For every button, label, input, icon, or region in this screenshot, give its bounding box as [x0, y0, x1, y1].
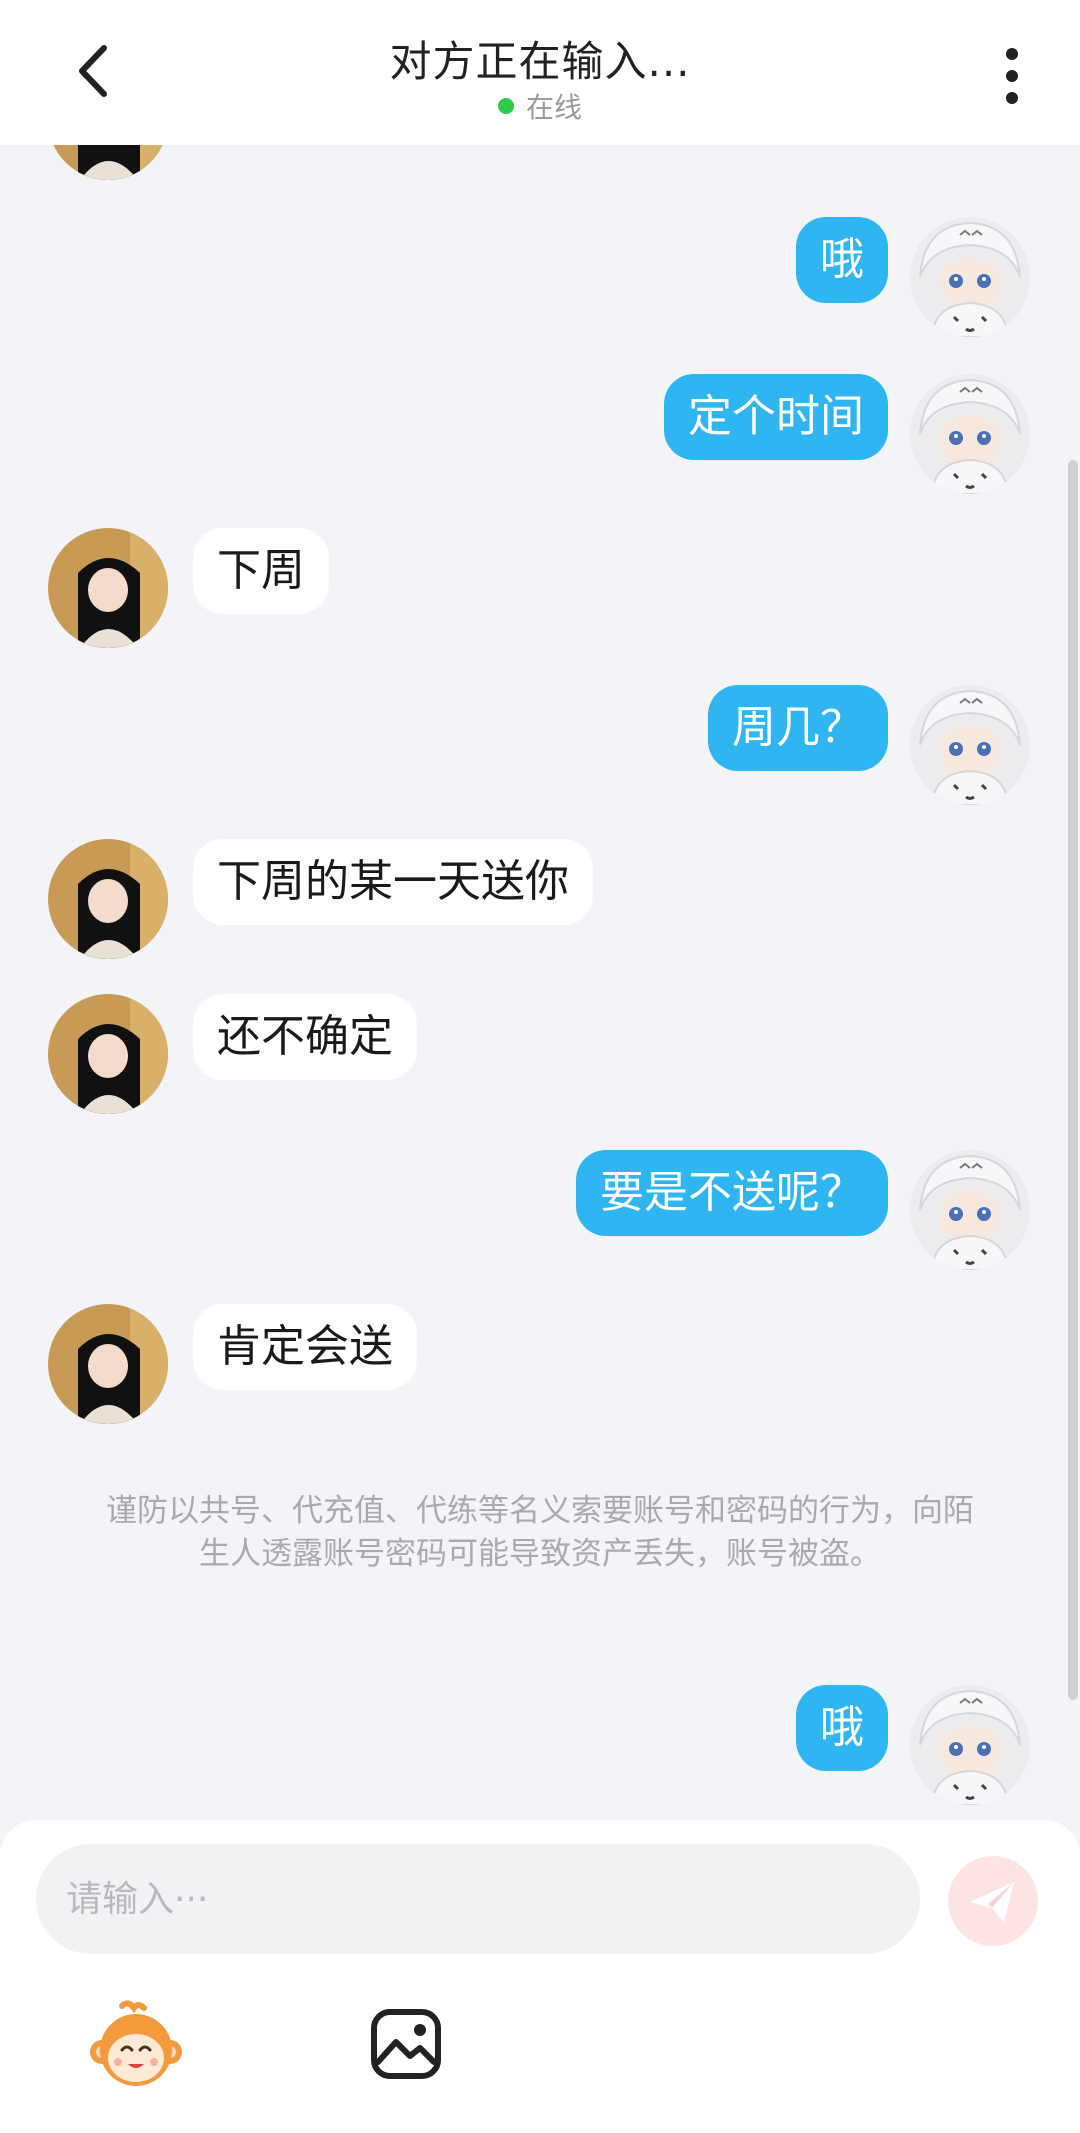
doll-avatar-icon	[910, 217, 1030, 337]
my-avatar[interactable]	[910, 1150, 1030, 1270]
girl-avatar-icon	[48, 1304, 168, 1424]
message-bubble-incoming[interactable]: 下周	[193, 528, 329, 614]
doll-avatar-icon	[910, 1150, 1030, 1270]
girl-avatar-icon	[48, 145, 168, 180]
girl-avatar-icon	[48, 528, 168, 648]
paper-plane-icon	[970, 1882, 1014, 1922]
girl-avatar-icon	[48, 994, 168, 1114]
composer-panel	[0, 1820, 1080, 2133]
message-bubble-outgoing[interactable]: 要是不送呢？	[576, 1150, 888, 1236]
contact-avatar[interactable]	[48, 528, 168, 648]
doll-avatar-icon	[910, 1685, 1030, 1805]
message-bubble-incoming[interactable]: 还不确定	[193, 994, 417, 1080]
online-status: 在线	[0, 86, 1080, 126]
message-bubble-outgoing[interactable]: 哦	[796, 217, 888, 303]
emoji-button[interactable]	[88, 2000, 184, 2096]
message-input[interactable]	[36, 1844, 920, 1954]
chat-header: 对方正在输入... 在线	[0, 0, 1080, 145]
message-list[interactable]: 哦 定个时间 下周 周几？ 下周的某一天送你 还不确定 要是不送呢？ 肯定会送 …	[0, 145, 1080, 1820]
page-title: 对方正在输入...	[389, 37, 691, 86]
image-icon	[371, 2009, 441, 2079]
my-avatar[interactable]	[910, 685, 1030, 805]
my-avatar[interactable]	[910, 374, 1030, 494]
message-bubble-incoming[interactable]: 下周的某一天送你	[193, 839, 593, 925]
monkey-emoji-icon	[90, 2000, 182, 2086]
message-bubble-outgoing[interactable]: 周几？	[708, 685, 888, 771]
contact-avatar[interactable]	[48, 994, 168, 1114]
image-button[interactable]	[368, 2006, 444, 2082]
message-bubble-outgoing[interactable]: 哦	[796, 1685, 888, 1771]
message-bubble-outgoing[interactable]: 定个时间	[664, 374, 888, 460]
contact-avatar[interactable]	[48, 839, 168, 959]
contact-avatar[interactable]	[48, 1304, 168, 1424]
my-avatar[interactable]	[910, 1685, 1030, 1805]
contact-avatar[interactable]	[48, 145, 168, 180]
my-avatar[interactable]	[910, 217, 1030, 337]
doll-avatar-icon	[910, 374, 1030, 494]
online-dot-icon	[497, 98, 514, 114]
message-bubble-incoming[interactable]: 肯定会送	[193, 1304, 417, 1390]
girl-avatar-icon	[48, 839, 168, 959]
security-notice: 谨防以共号、代充值、代练等名义索要账号和密码的行为，向陌生人透露账号密码可能导致…	[106, 1493, 974, 1572]
send-button[interactable]	[948, 1856, 1038, 1946]
more-vertical-icon	[1006, 48, 1018, 104]
scrollbar[interactable]	[1068, 460, 1078, 1700]
more-options-button[interactable]	[990, 46, 1034, 106]
status-label: 在线	[525, 91, 582, 124]
doll-avatar-icon	[910, 685, 1030, 805]
